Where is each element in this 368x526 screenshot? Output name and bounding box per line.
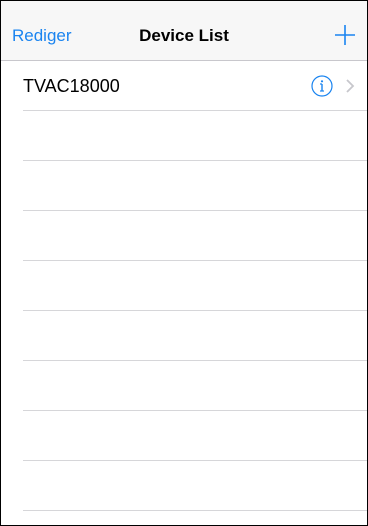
empty-row bbox=[1, 111, 367, 161]
empty-row bbox=[1, 411, 367, 461]
device-list: TVAC18000 bbox=[1, 61, 367, 511]
device-row[interactable]: TVAC18000 bbox=[1, 61, 367, 111]
row-separator bbox=[23, 510, 367, 511]
navigation-bar: Rediger Device List bbox=[1, 1, 367, 61]
empty-row bbox=[1, 361, 367, 411]
empty-row bbox=[1, 311, 367, 361]
empty-row bbox=[1, 461, 367, 511]
info-circle-icon bbox=[311, 75, 333, 97]
device-name: TVAC18000 bbox=[23, 76, 120, 96]
empty-row bbox=[1, 261, 367, 311]
disclosure-indicator bbox=[345, 79, 355, 93]
info-button[interactable] bbox=[311, 75, 333, 97]
app-window: Rediger Device List TVAC18000 bbox=[0, 0, 368, 526]
chevron-right-icon bbox=[346, 79, 355, 93]
edit-button[interactable]: Rediger bbox=[12, 26, 72, 46]
empty-row bbox=[1, 211, 367, 261]
plus-icon bbox=[335, 25, 355, 45]
empty-row bbox=[1, 161, 367, 211]
add-device-button[interactable] bbox=[333, 23, 357, 47]
